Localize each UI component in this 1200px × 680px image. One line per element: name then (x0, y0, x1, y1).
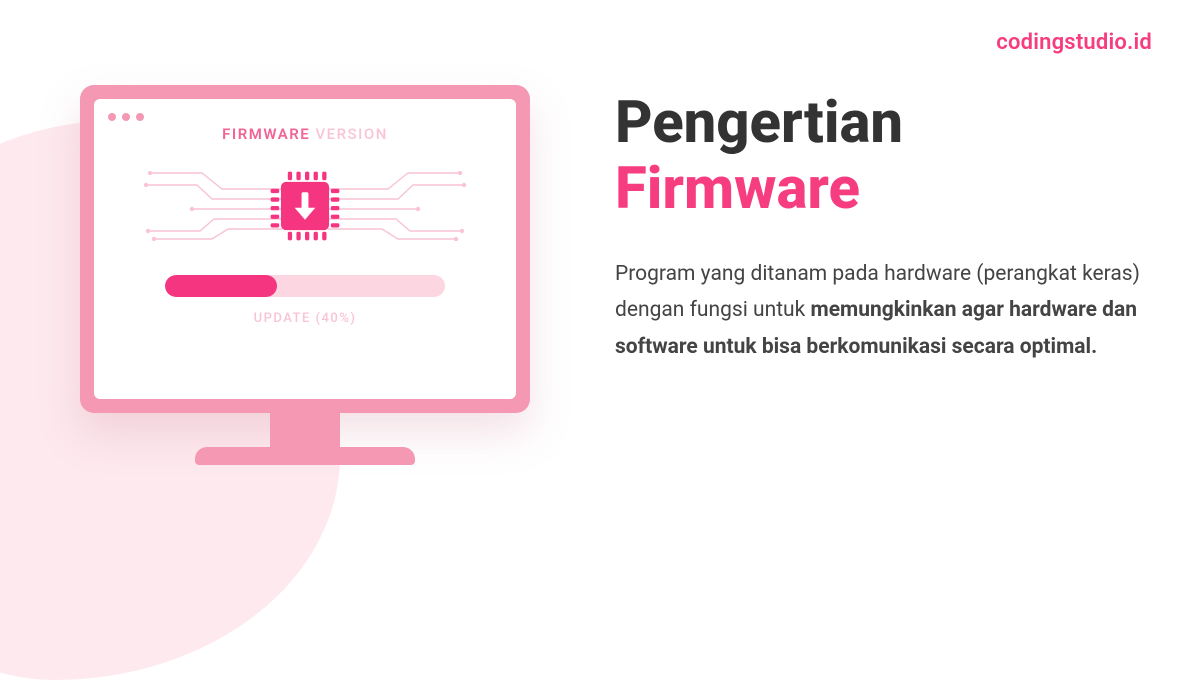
circuit-trace-icon (142, 171, 282, 241)
description: Program yang ditanam pada hardware (pera… (615, 256, 1145, 366)
firmware-version-label: FIRMWARE VERSION (222, 125, 388, 143)
monitor-stand-neck (270, 413, 340, 447)
window-dot-icon (122, 113, 130, 121)
illustration: FIRMWARE VERSION (55, 85, 555, 465)
chip-graphic (124, 163, 486, 249)
progress-bar (165, 275, 445, 297)
chip-icon (262, 163, 348, 249)
heading-line-1: Pengertian (615, 92, 1145, 156)
brand-logo: codingstudio.id (996, 30, 1152, 55)
progress-fill (165, 275, 277, 297)
monitor-frame: FIRMWARE VERSION (80, 85, 530, 413)
window-dot-icon (108, 113, 116, 121)
monitor-screen: FIRMWARE VERSION (94, 99, 516, 399)
firmware-label-bold: FIRMWARE (222, 125, 310, 143)
circuit-trace-icon (328, 171, 468, 241)
window-dot-icon (136, 113, 144, 121)
window-dots (108, 113, 144, 121)
update-label: UPDATE (40%) (254, 311, 357, 326)
monitor-stand-base (195, 447, 415, 465)
heading-line-2: Firmware (615, 158, 1145, 222)
content-block: Pengertian Firmware Program yang ditanam… (615, 92, 1145, 366)
monitor: FIRMWARE VERSION (80, 85, 530, 465)
firmware-label-light: VERSION (310, 125, 388, 143)
